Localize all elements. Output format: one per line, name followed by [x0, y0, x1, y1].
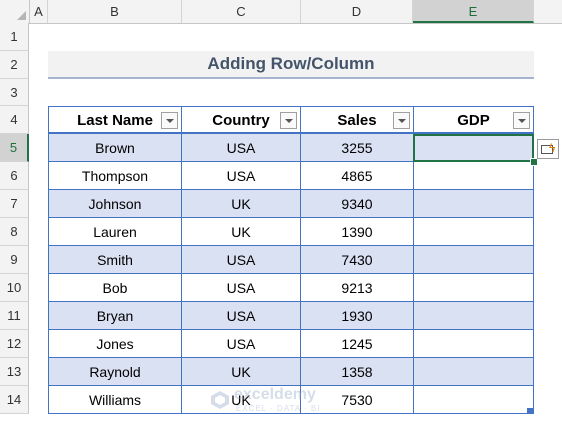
header-gdp[interactable]: GDP	[413, 106, 534, 134]
header-country[interactable]: Country	[181, 106, 301, 134]
cell-last-name[interactable]: Smith	[48, 246, 182, 274]
sheet-title: Adding Row/Column	[48, 51, 534, 79]
row-header-8[interactable]: 8	[0, 218, 29, 246]
filter-dropdown-icon[interactable]	[393, 112, 410, 129]
cell-country[interactable]: UK	[182, 386, 301, 414]
row-header-11[interactable]: 11	[0, 302, 29, 330]
row-header-6[interactable]: 6	[0, 162, 29, 190]
row-header-9[interactable]: 9	[0, 246, 29, 274]
cell-country[interactable]: USA	[182, 274, 301, 302]
cell-country[interactable]: UK	[182, 190, 301, 218]
column-header-a[interactable]: A	[30, 0, 48, 23]
cell-last-name[interactable]: Bryan	[48, 302, 182, 330]
cell-gdp[interactable]	[414, 218, 534, 246]
cell-sales[interactable]: 4865	[301, 162, 414, 190]
row-header-13[interactable]: 13	[0, 358, 29, 386]
cell-sales[interactable]: 9340	[301, 190, 414, 218]
header-gdp-label: GDP	[457, 112, 490, 129]
header-last-name[interactable]: Last Name	[48, 106, 182, 134]
cell-sales[interactable]: 3255	[301, 134, 414, 162]
row-header-3[interactable]: 3	[0, 79, 29, 106]
cell-sales[interactable]: 7430	[301, 246, 414, 274]
row-header-12[interactable]: 12	[0, 330, 29, 358]
cell-gdp[interactable]	[414, 246, 534, 274]
cell-last-name[interactable]: Raynold	[48, 358, 182, 386]
fill-handle[interactable]	[530, 158, 538, 166]
cell-last-name[interactable]: Williams	[48, 386, 182, 414]
column-header-b[interactable]: B	[48, 0, 182, 23]
cell-country[interactable]: UK	[182, 358, 301, 386]
column-header-bar: A B C D E	[0, 0, 562, 24]
select-all-corner[interactable]	[0, 0, 30, 23]
spreadsheet: A B C D E 1 2 3 4 5 6 7 8 9 10 11 12 13 …	[0, 0, 562, 433]
cell-sales[interactable]: 9213	[301, 274, 414, 302]
row-header-14[interactable]: 14	[0, 386, 29, 414]
cell-gdp[interactable]	[414, 302, 534, 330]
column-header-c[interactable]: C	[182, 0, 301, 23]
cell-last-name[interactable]: Lauren	[48, 218, 182, 246]
cell-gdp[interactable]	[414, 162, 534, 190]
cell-sales[interactable]: 1358	[301, 358, 414, 386]
cell-last-name[interactable]: Johnson	[48, 190, 182, 218]
cell-gdp[interactable]	[414, 386, 534, 414]
filter-dropdown-icon[interactable]	[161, 112, 178, 129]
cell-last-name[interactable]: Brown	[48, 134, 182, 162]
row-header-7[interactable]: 7	[0, 190, 29, 218]
cell-sales[interactable]: 1930	[301, 302, 414, 330]
cell-gdp[interactable]	[414, 134, 534, 162]
cell-gdp[interactable]	[414, 274, 534, 302]
cell-country[interactable]: USA	[182, 246, 301, 274]
cell-gdp[interactable]	[414, 358, 534, 386]
cell-country[interactable]: USA	[182, 134, 301, 162]
column-header-e[interactable]: E	[413, 0, 534, 23]
cell-last-name[interactable]: Thompson	[48, 162, 182, 190]
filter-dropdown-icon[interactable]	[280, 112, 297, 129]
cell-sales[interactable]: 1245	[301, 330, 414, 358]
cell-sales[interactable]: 7530	[301, 386, 414, 414]
cell-country[interactable]: USA	[182, 162, 301, 190]
row-header-4[interactable]: 4	[0, 106, 29, 134]
filter-dropdown-icon[interactable]	[513, 112, 530, 129]
row-header-10[interactable]: 10	[0, 274, 29, 302]
row-header-5[interactable]: 5	[0, 134, 29, 162]
cell-last-name[interactable]: Jones	[48, 330, 182, 358]
header-sales-label: Sales	[337, 112, 377, 129]
row-header-2[interactable]: 2	[0, 51, 29, 79]
cell-country[interactable]: USA	[182, 330, 301, 358]
row-header-1[interactable]: 1	[0, 23, 29, 51]
column-header-d[interactable]: D	[301, 0, 413, 23]
cell-country[interactable]: UK	[182, 218, 301, 246]
quick-analysis-button[interactable]: ϟ	[537, 139, 559, 159]
cell-sales[interactable]: 1390	[301, 218, 414, 246]
cell-last-name[interactable]: Bob	[48, 274, 182, 302]
header-sales[interactable]: Sales	[300, 106, 414, 134]
lightning-icon: ϟ	[549, 141, 556, 155]
table-resize-handle[interactable]	[527, 408, 533, 414]
header-country-label: Country	[212, 112, 270, 129]
select-all-icon	[17, 11, 26, 20]
cell-gdp[interactable]	[414, 190, 534, 218]
header-last-name-label: Last Name	[77, 112, 153, 129]
cell-gdp[interactable]	[414, 330, 534, 358]
cell-country[interactable]: USA	[182, 302, 301, 330]
